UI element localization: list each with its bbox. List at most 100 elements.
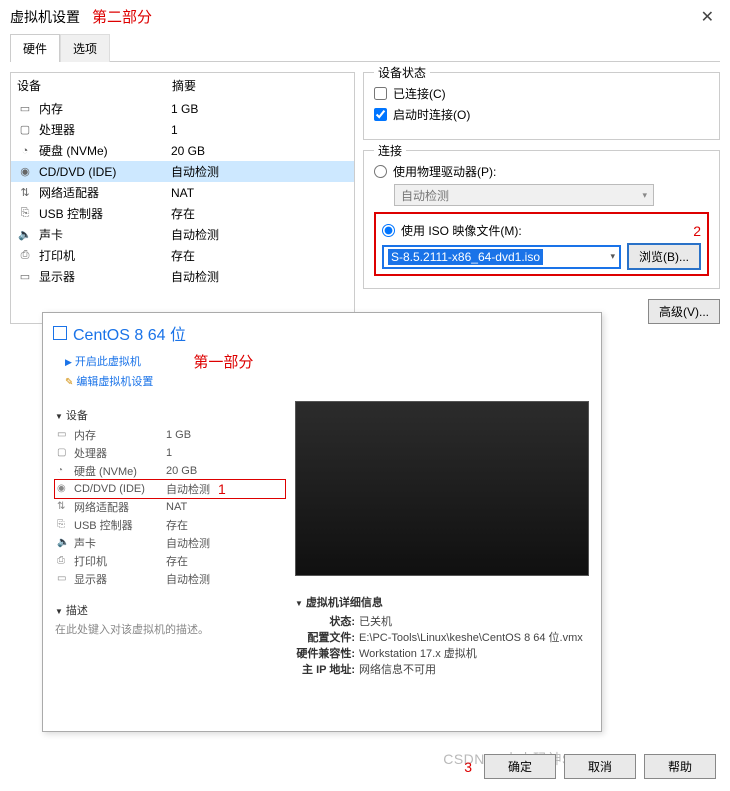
connection-group: 连接 使用物理驱动器(P): 自动检测 ▾ 使用 ISO 映像文件(M): 2 … — [363, 150, 720, 289]
radio-physical-input[interactable] — [374, 165, 387, 178]
checkbox-connect-on-power-input[interactable] — [374, 108, 387, 121]
tab-options[interactable]: 选项 — [60, 34, 110, 62]
hw-row-4[interactable]: ⇅网络适配器NAT — [11, 182, 354, 203]
hw-row-0[interactable]: ▭内存1 GB — [11, 98, 354, 119]
checkbox-connected[interactable]: 已连接(C) — [374, 85, 709, 102]
device-icon: ▭ — [17, 102, 33, 115]
close-icon[interactable]: ✕ — [695, 7, 720, 27]
chevron-down-icon: ▾ — [610, 251, 615, 262]
detail-state: 已关机 — [359, 613, 392, 629]
device-status-group: 设备状态 已连接(C) 启动时连接(O) — [363, 72, 720, 140]
radio-physical-label: 使用物理驱动器(P): — [393, 163, 496, 180]
radio-iso-file[interactable]: 使用 ISO 映像文件(M): 2 — [382, 222, 701, 239]
hw-row-3[interactable]: ◉CD/DVD (IDE)自动检测 — [11, 161, 354, 182]
device-summary: 自动检测 — [166, 571, 210, 587]
hw-row-5[interactable]: ⎘USB 控制器存在 — [11, 203, 354, 224]
link-power-on[interactable]: ▶开启此虚拟机 — [65, 353, 153, 373]
browse-button[interactable]: 浏览(B)... — [627, 243, 701, 270]
device-icon: ▭ — [57, 573, 71, 584]
device-icon: 🔈 — [17, 228, 33, 241]
device-summary: 存在 — [166, 553, 188, 569]
iso-path-combo[interactable]: S-8.5.2111-x86_64-dvd1.iso ▾ — [382, 245, 621, 269]
inner-dev-row-6[interactable]: 🔈声卡自动检测 — [55, 534, 285, 552]
group-title-connection: 连接 — [374, 142, 406, 159]
hardware-list: 设备 摘要 ▭内存1 GB▢处理器1◔硬盘 (NVMe)20 GB◉CD/DVD… — [10, 72, 355, 324]
radio-iso-input[interactable] — [382, 224, 395, 237]
device-summary: 自动检测 — [166, 535, 210, 551]
device-name: 内存 — [39, 100, 171, 117]
link-edit-settings[interactable]: ✎编辑虚拟机设置 — [65, 373, 153, 393]
device-summary: 1 GB — [166, 429, 191, 441]
hw-row-7[interactable]: ⎙ 打印机存在 — [11, 245, 354, 266]
help-button[interactable]: 帮助 — [644, 754, 716, 779]
device-icon: ⇅ — [17, 186, 33, 199]
device-icon: ⎙ — [57, 555, 71, 566]
device-icon: ⎙ — [17, 249, 33, 262]
annotation-mark-1: 1 — [218, 481, 226, 497]
iso-path-value: S-8.5.2111-x86_64-dvd1.iso — [388, 249, 543, 265]
cancel-button[interactable]: 取消 — [564, 754, 636, 779]
inner-dev-row-8[interactable]: ▭显示器自动检测 — [55, 570, 285, 588]
inner-dev-row-1[interactable]: ▢处理器1 — [55, 444, 285, 462]
col-summary: 摘要 — [172, 77, 196, 94]
checkbox-connected-input[interactable] — [374, 87, 387, 100]
ok-button[interactable]: 确定 — [484, 754, 556, 779]
section-description[interactable]: ▼描述 — [55, 602, 285, 618]
iso-section-highlight: 使用 ISO 映像文件(M): 2 S-8.5.2111-x86_64-dvd1… — [374, 212, 709, 276]
description-placeholder[interactable]: 在此处键入对该虚拟机的描述。 — [55, 621, 285, 637]
hw-row-2[interactable]: ◔ 硬盘 (NVMe)20 GB — [11, 140, 354, 161]
group-title-status: 设备状态 — [374, 64, 430, 81]
device-icon: ◔ — [57, 465, 71, 476]
hw-row-8[interactable]: ▭显示器自动检测 — [11, 266, 354, 287]
section-vm-details[interactable]: ▼虚拟机详细信息 — [295, 594, 589, 610]
inner-dev-row-0[interactable]: ▭内存1 GB — [55, 426, 285, 444]
device-name: 显示器 — [74, 571, 166, 587]
hw-row-6[interactable]: 🔈声卡自动检测 — [11, 224, 354, 245]
advanced-button[interactable]: 高级(V)... — [648, 299, 720, 324]
checkbox-connected-label: 已连接(C) — [393, 85, 446, 102]
col-device: 设备 — [17, 77, 172, 94]
device-name: USB 控制器 — [39, 205, 171, 222]
device-summary: 20 GB — [166, 465, 197, 477]
tab-bar: 硬件 选项 — [10, 33, 720, 62]
device-summary: 存在 — [166, 517, 188, 533]
radio-iso-label: 使用 ISO 映像文件(M): — [401, 222, 522, 239]
edit-icon: ✎ — [65, 377, 73, 388]
device-name: CD/DVD (IDE) — [74, 483, 166, 495]
checkbox-connect-on-power-label: 启动时连接(O) — [393, 106, 470, 123]
device-summary: 自动检测 — [171, 163, 219, 180]
checkbox-connect-on-power[interactable]: 启动时连接(O) — [374, 106, 709, 123]
physical-drive-value: 自动检测 — [401, 187, 449, 204]
annotation-mark-2: 2 — [693, 223, 701, 239]
device-name: 硬盘 (NVMe) — [39, 142, 171, 159]
vm-preview — [295, 401, 589, 576]
device-summary: 存在 — [171, 247, 195, 264]
annotation-part1: 第一部分 — [193, 351, 253, 372]
device-name: 内存 — [74, 427, 166, 443]
inner-dev-row-3[interactable]: ◉CD/DVD (IDE)自动检测1 — [55, 480, 285, 498]
hw-row-1[interactable]: ▢处理器1 — [11, 119, 354, 140]
tab-hardware[interactable]: 硬件 — [10, 34, 60, 62]
device-icon: ⎘ — [57, 519, 71, 530]
physical-drive-dropdown[interactable]: 自动检测 ▾ — [394, 184, 654, 206]
device-summary: 20 GB — [171, 144, 205, 158]
section-devices[interactable]: ▼设备 — [55, 407, 285, 423]
detail-config-file: E:\PC-Tools\Linux\keshe\CentOS 8 64 位.vm… — [359, 629, 583, 645]
play-icon: ▶ — [65, 357, 72, 367]
inner-dev-row-2[interactable]: ◔硬盘 (NVMe)20 GB — [55, 462, 285, 480]
device-icon: ◉ — [17, 165, 33, 178]
device-icon: ⎘ — [17, 207, 33, 220]
device-name: USB 控制器 — [74, 517, 166, 533]
inner-dev-row-5[interactable]: ⎘USB 控制器存在 — [55, 516, 285, 534]
vm-icon — [53, 326, 67, 340]
detail-compat: Workstation 17.x 虚拟机 — [359, 645, 477, 661]
device-summary: NAT — [166, 501, 187, 513]
window-title: 虚拟机设置 — [10, 7, 80, 27]
device-name: 处理器 — [74, 445, 166, 461]
device-icon: ◔ — [17, 145, 33, 157]
device-name: 打印机 — [39, 247, 171, 264]
radio-physical-drive[interactable]: 使用物理驱动器(P): — [374, 163, 709, 180]
device-summary: 1 — [166, 447, 172, 459]
inner-dev-row-7[interactable]: ⎙打印机存在 — [55, 552, 285, 570]
inner-dev-row-4[interactable]: ⇅网络适配器NAT — [55, 498, 285, 516]
